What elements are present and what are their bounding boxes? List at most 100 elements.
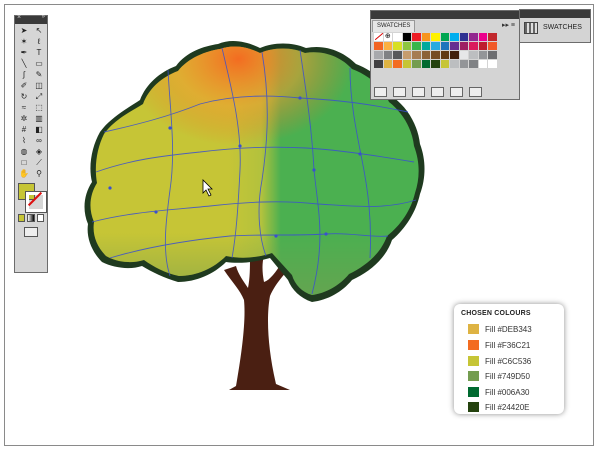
- panel-menu-icon[interactable]: ▸▸ ≡: [502, 21, 515, 29]
- swatch-cell[interactable]: [459, 60, 468, 68]
- slice-tool-icon[interactable]: ⟋: [32, 158, 46, 168]
- eyedropper-tool-icon[interactable]: ⌇: [17, 136, 31, 146]
- swatch-cell[interactable]: [440, 60, 449, 68]
- swatch-cell[interactable]: [459, 33, 468, 41]
- close-icon[interactable]: ×: [17, 14, 21, 21]
- delete-swatch-icon[interactable]: [469, 87, 482, 97]
- gradient-tool-icon[interactable]: ◧: [32, 125, 46, 135]
- swatch-cell[interactable]: [431, 33, 440, 41]
- show-kinds-icon[interactable]: [393, 87, 406, 97]
- swatch-cell[interactable]: [440, 42, 449, 50]
- magic-wand-tool-icon[interactable]: ✶: [17, 37, 31, 47]
- swatch-cell[interactable]: [402, 60, 411, 68]
- swatch-cell[interactable]: [450, 42, 459, 50]
- live-paint-tool-icon[interactable]: ◍: [17, 147, 31, 157]
- swatch-cell[interactable]: [431, 42, 440, 50]
- swatches-panel[interactable]: SWATCHES ▸▸ ≡ ⊕: [370, 10, 520, 100]
- new-color-group-icon[interactable]: [431, 87, 444, 97]
- lasso-tool-icon[interactable]: ℓ: [32, 37, 46, 47]
- swatches-collapsed-item[interactable]: SWATCHES: [524, 22, 582, 34]
- swatch-cell[interactable]: [383, 42, 392, 50]
- swatch-options-icon[interactable]: [412, 87, 425, 97]
- swatch-cell[interactable]: [431, 60, 440, 68]
- swatch-cell[interactable]: [431, 51, 440, 59]
- selection-tool-icon[interactable]: ➤: [17, 26, 31, 36]
- swatch-cell[interactable]: [488, 33, 497, 41]
- swatch-cell[interactable]: [412, 42, 421, 50]
- swatch-cell[interactable]: [402, 51, 411, 59]
- swatches-tab[interactable]: SWATCHES: [372, 20, 416, 32]
- hand-tool-icon[interactable]: ✋: [17, 169, 31, 179]
- graph-tool-icon[interactable]: ▥: [32, 114, 46, 124]
- line-tool-icon[interactable]: ╲: [17, 59, 31, 69]
- swatch-cell[interactable]: [393, 42, 402, 50]
- swatch-cell[interactable]: [374, 51, 383, 59]
- rotate-tool-icon[interactable]: ↻: [17, 92, 31, 102]
- swatch-cell[interactable]: [478, 33, 487, 41]
- tools-panel-titlebar[interactable]: × »: [15, 14, 47, 24]
- swatch-cell[interactable]: [440, 51, 449, 59]
- pen-tool-icon[interactable]: ✒: [17, 48, 31, 58]
- color-mode-icon[interactable]: [18, 214, 26, 222]
- swatch-none[interactable]: [374, 33, 383, 41]
- swatch-cell[interactable]: [469, 60, 478, 68]
- swatch-cell[interactable]: [402, 33, 411, 41]
- type-tool-icon[interactable]: T: [32, 48, 46, 58]
- swatch-cell[interactable]: [412, 60, 421, 68]
- fill-stroke-widget[interactable]: [15, 182, 47, 213]
- swatch-cell[interactable]: [450, 60, 459, 68]
- mesh-tool-icon[interactable]: #: [17, 125, 31, 135]
- swatch-cell[interactable]: [421, 42, 430, 50]
- swatch-cell[interactable]: [478, 51, 487, 59]
- swatch-cell[interactable]: [374, 42, 383, 50]
- swatch-cell[interactable]: [393, 51, 402, 59]
- gradient-mode-icon[interactable]: [27, 214, 35, 222]
- swatch-cell[interactable]: [383, 51, 392, 59]
- zoom-tool-icon[interactable]: ⚲: [32, 169, 46, 179]
- swatch-cell[interactable]: [478, 42, 487, 50]
- none-mode-icon[interactable]: [36, 214, 44, 222]
- swatch-cell[interactable]: [488, 51, 497, 59]
- swatch-cell[interactable]: [469, 51, 478, 59]
- new-swatch-icon[interactable]: [450, 87, 463, 97]
- swatch-cell[interactable]: [488, 42, 497, 50]
- swatch-cell[interactable]: [374, 60, 383, 68]
- swatch-library-icon[interactable]: [374, 87, 387, 97]
- swatch-cell[interactable]: [450, 51, 459, 59]
- swatch-cell[interactable]: [459, 42, 468, 50]
- swatch-cell[interactable]: [421, 60, 430, 68]
- swatch-cell[interactable]: [402, 42, 411, 50]
- swatch-cell[interactable]: [478, 60, 487, 68]
- rectangle-tool-icon[interactable]: ▭: [32, 59, 46, 69]
- tools-panel[interactable]: × » ➤ ↖ ✶ ℓ ✒ T ╲ ▭ ∫ ✎ ✐ ◫ ↻ ⤢ ≈ ⬚ ✲ ▥ # ◧ ⌇ ∞ ◍ ◈ □ ⟋ ✋ ⚲: [14, 14, 48, 273]
- swatch-cell[interactable]: [412, 51, 421, 59]
- swatch-cell[interactable]: [421, 51, 430, 59]
- swatch-cell[interactable]: [450, 33, 459, 41]
- swatches-collapsed-panel[interactable]: SWATCHES: [519, 9, 591, 43]
- live-paint-selection-icon[interactable]: ◈: [32, 147, 46, 157]
- pencil-tool-icon[interactable]: ✎: [32, 70, 46, 80]
- screen-mode-icon[interactable]: [24, 227, 38, 237]
- swatch-cell[interactable]: [440, 33, 449, 41]
- collapsed-panel-titlebar[interactable]: [520, 10, 590, 18]
- paintbrush-tool-icon[interactable]: ∫: [17, 70, 31, 80]
- swatch-cell[interactable]: [412, 33, 421, 41]
- swatch-cell[interactable]: [421, 33, 430, 41]
- artboard-tool-icon[interactable]: □: [17, 158, 31, 168]
- swatch-cell[interactable]: [383, 60, 392, 68]
- swatch-cell[interactable]: [488, 60, 497, 68]
- swatches-titlebar[interactable]: [371, 11, 519, 19]
- blend-tool-icon[interactable]: ∞: [32, 136, 46, 146]
- blob-brush-tool-icon[interactable]: ✐: [17, 81, 31, 91]
- swatch-cell[interactable]: [459, 51, 468, 59]
- swatch-cell[interactable]: [469, 33, 478, 41]
- direct-selection-tool-icon[interactable]: ↖: [32, 26, 46, 36]
- swatch-cell[interactable]: [393, 33, 402, 41]
- eraser-tool-icon[interactable]: ◫: [32, 81, 46, 91]
- swatch-cell[interactable]: [393, 60, 402, 68]
- swatch-cell[interactable]: [469, 42, 478, 50]
- collapse-arrows-icon[interactable]: »: [42, 14, 45, 20]
- scale-tool-icon[interactable]: ⤢: [32, 92, 46, 102]
- swatch-registration[interactable]: ⊕: [383, 33, 392, 41]
- warp-tool-icon[interactable]: ≈: [17, 103, 31, 113]
